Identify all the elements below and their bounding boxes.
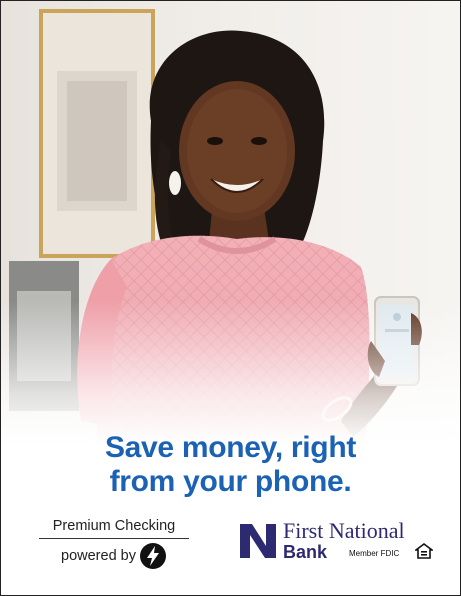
powered-by-label: powered by <box>61 548 136 564</box>
bank-subtitle: Bank <box>283 542 328 562</box>
premium-checking-badge: Premium Checking powered by <box>39 518 189 570</box>
hero-photo <box>1 1 460 471</box>
powered-by-row: powered by <box>39 542 189 570</box>
bank-name: First National <box>283 518 405 543</box>
bank-logo-mark <box>237 518 279 562</box>
lightning-bolt-icon <box>139 543 166 569</box>
headline-line-2: from your phone. <box>109 465 352 498</box>
headline: Save money, right from your phone. <box>1 431 460 499</box>
member-fdic-label: Member FDIC <box>349 549 400 558</box>
premium-divider <box>39 538 189 539</box>
bank-logo: First National Bank Member FDIC <box>237 517 447 569</box>
premium-checking-label: Premium Checking <box>52 518 176 534</box>
advertisement: Save money, right from your phone. Premi… <box>0 0 461 596</box>
headline-line-1: Save money, right <box>104 431 357 464</box>
equal-housing-lender-icon <box>415 543 433 559</box>
